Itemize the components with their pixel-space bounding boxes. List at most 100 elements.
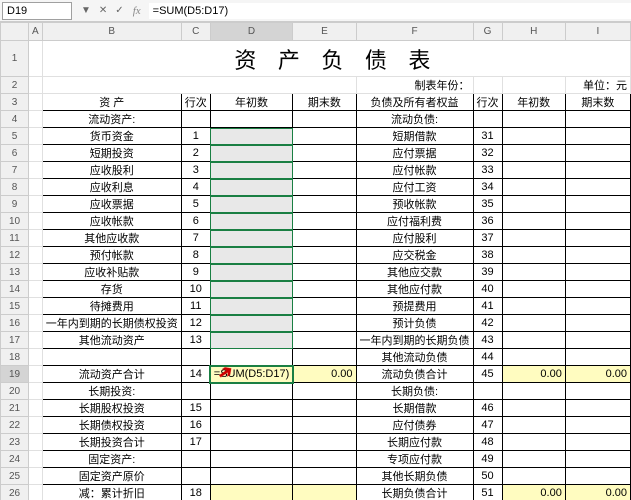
cell-C5[interactable]: 1 bbox=[181, 128, 210, 145]
cell-G9[interactable]: 35 bbox=[473, 196, 502, 213]
row-23[interactable]: 23 bbox=[1, 434, 29, 451]
cell-I5[interactable] bbox=[565, 128, 630, 145]
row-15[interactable]: 15 bbox=[1, 298, 29, 315]
cell-G5[interactable]: 31 bbox=[473, 128, 502, 145]
cell-E8[interactable] bbox=[293, 179, 356, 196]
cell-H25[interactable] bbox=[502, 468, 565, 485]
fx-icon[interactable]: fx bbox=[129, 5, 145, 17]
cell-I12[interactable] bbox=[565, 247, 630, 264]
cell-C4[interactable] bbox=[181, 111, 210, 128]
cell-H10[interactable] bbox=[502, 213, 565, 230]
row-19[interactable]: 19 bbox=[1, 366, 29, 383]
cell-C10[interactable]: 6 bbox=[181, 213, 210, 230]
cell-G20[interactable] bbox=[473, 383, 502, 400]
cell-G13[interactable]: 39 bbox=[473, 264, 502, 281]
cell-D4[interactable] bbox=[210, 111, 293, 128]
cell-E4[interactable] bbox=[293, 111, 356, 128]
cell-F8[interactable]: 应付工资 bbox=[356, 179, 473, 196]
cell-D7[interactable] bbox=[210, 162, 293, 179]
cell-E16[interactable] bbox=[293, 315, 356, 332]
row-2[interactable]: 2 bbox=[1, 77, 29, 94]
cell-G18[interactable]: 44 bbox=[473, 349, 502, 366]
row-9[interactable]: 9 bbox=[1, 196, 29, 213]
cell-I14[interactable] bbox=[565, 281, 630, 298]
cell-C15[interactable]: 11 bbox=[181, 298, 210, 315]
dropdown-icon[interactable]: ▼ bbox=[78, 5, 94, 17]
cell-H15[interactable] bbox=[502, 298, 565, 315]
cell-I11[interactable] bbox=[565, 230, 630, 247]
cell-I22[interactable] bbox=[565, 417, 630, 434]
cell-B14[interactable]: 存货 bbox=[42, 281, 181, 298]
cell-C8[interactable]: 4 bbox=[181, 179, 210, 196]
cell-F11[interactable]: 应付股利 bbox=[356, 230, 473, 247]
cell-F20[interactable]: 长期负债: bbox=[356, 383, 473, 400]
cell-H5[interactable] bbox=[502, 128, 565, 145]
cell-E11[interactable] bbox=[293, 230, 356, 247]
cell-C20[interactable] bbox=[181, 383, 210, 400]
cell-I21[interactable] bbox=[565, 400, 630, 417]
cell-E17[interactable] bbox=[293, 332, 356, 349]
cell-H21[interactable] bbox=[502, 400, 565, 417]
cell-E26[interactable] bbox=[293, 485, 356, 500]
col-B[interactable]: B bbox=[42, 23, 181, 41]
cell-E13[interactable] bbox=[293, 264, 356, 281]
cell-E18[interactable] bbox=[293, 349, 356, 366]
cell-I17[interactable] bbox=[565, 332, 630, 349]
cell-B23[interactable]: 长期投资合计 bbox=[42, 434, 181, 451]
cell-I25[interactable] bbox=[565, 468, 630, 485]
cell-F16[interactable]: 预计负债 bbox=[356, 315, 473, 332]
cell-E15[interactable] bbox=[293, 298, 356, 315]
cell-F13[interactable]: 其他应交款 bbox=[356, 264, 473, 281]
cell-I9[interactable] bbox=[565, 196, 630, 213]
cell-E23[interactable] bbox=[293, 434, 356, 451]
cell-B24[interactable]: 固定资产: bbox=[42, 451, 181, 468]
cell-B17[interactable]: 其他流动资产 bbox=[42, 332, 181, 349]
cell-G23[interactable]: 48 bbox=[473, 434, 502, 451]
col-F[interactable]: F bbox=[356, 23, 473, 41]
cell-G6[interactable]: 32 bbox=[473, 145, 502, 162]
cell-F14[interactable]: 其他应付款 bbox=[356, 281, 473, 298]
cell-F9[interactable]: 预收帐款 bbox=[356, 196, 473, 213]
cell-F26[interactable]: 长期负债合计 bbox=[356, 485, 473, 500]
cell-D16[interactable] bbox=[210, 315, 293, 332]
cell-B15[interactable]: 待摊费用 bbox=[42, 298, 181, 315]
row-8[interactable]: 8 bbox=[1, 179, 29, 196]
row-18[interactable]: 18 bbox=[1, 349, 29, 366]
cell-F21[interactable]: 长期借款 bbox=[356, 400, 473, 417]
cell-B21[interactable]: 长期股权投资 bbox=[42, 400, 181, 417]
cell-F6[interactable]: 应付票据 bbox=[356, 145, 473, 162]
cell-F25[interactable]: 其他长期负债 bbox=[356, 468, 473, 485]
cell-B4[interactable]: 流动资产: bbox=[42, 111, 181, 128]
cell-B25[interactable]: 固定资产原价 bbox=[42, 468, 181, 485]
cell-B10[interactable]: 应收帐款 bbox=[42, 213, 181, 230]
cell-C11[interactable]: 7 bbox=[181, 230, 210, 247]
row-7[interactable]: 7 bbox=[1, 162, 29, 179]
row-11[interactable]: 11 bbox=[1, 230, 29, 247]
cell-H8[interactable] bbox=[502, 179, 565, 196]
col-A[interactable]: A bbox=[29, 23, 43, 41]
cell-G17[interactable]: 43 bbox=[473, 332, 502, 349]
confirm-icon[interactable]: ✓ bbox=[112, 5, 126, 17]
cell-F23[interactable]: 长期应付款 bbox=[356, 434, 473, 451]
cell-I10[interactable] bbox=[565, 213, 630, 230]
cell-C7[interactable]: 3 bbox=[181, 162, 210, 179]
cell-G10[interactable]: 36 bbox=[473, 213, 502, 230]
cell-D17[interactable] bbox=[210, 332, 293, 349]
row-10[interactable]: 10 bbox=[1, 213, 29, 230]
cell-C6[interactable]: 2 bbox=[181, 145, 210, 162]
col-I[interactable]: I bbox=[565, 23, 630, 41]
cell-C13[interactable]: 9 bbox=[181, 264, 210, 281]
cell-C26[interactable]: 18 bbox=[181, 485, 210, 500]
cell-D13[interactable] bbox=[210, 264, 293, 281]
cell-C22[interactable]: 16 bbox=[181, 417, 210, 434]
cell-F4[interactable]: 流动负债: bbox=[356, 111, 473, 128]
cell-G16[interactable]: 42 bbox=[473, 315, 502, 332]
cell-F17[interactable]: 一年内到期的长期负债 bbox=[356, 332, 473, 349]
cell-F22[interactable]: 应付债券 bbox=[356, 417, 473, 434]
cell-D10[interactable] bbox=[210, 213, 293, 230]
cell-B6[interactable]: 短期投资 bbox=[42, 145, 181, 162]
cell-F10[interactable]: 应付福利费 bbox=[356, 213, 473, 230]
select-all[interactable] bbox=[1, 23, 29, 41]
cell-C16[interactable]: 12 bbox=[181, 315, 210, 332]
cell-H11[interactable] bbox=[502, 230, 565, 247]
